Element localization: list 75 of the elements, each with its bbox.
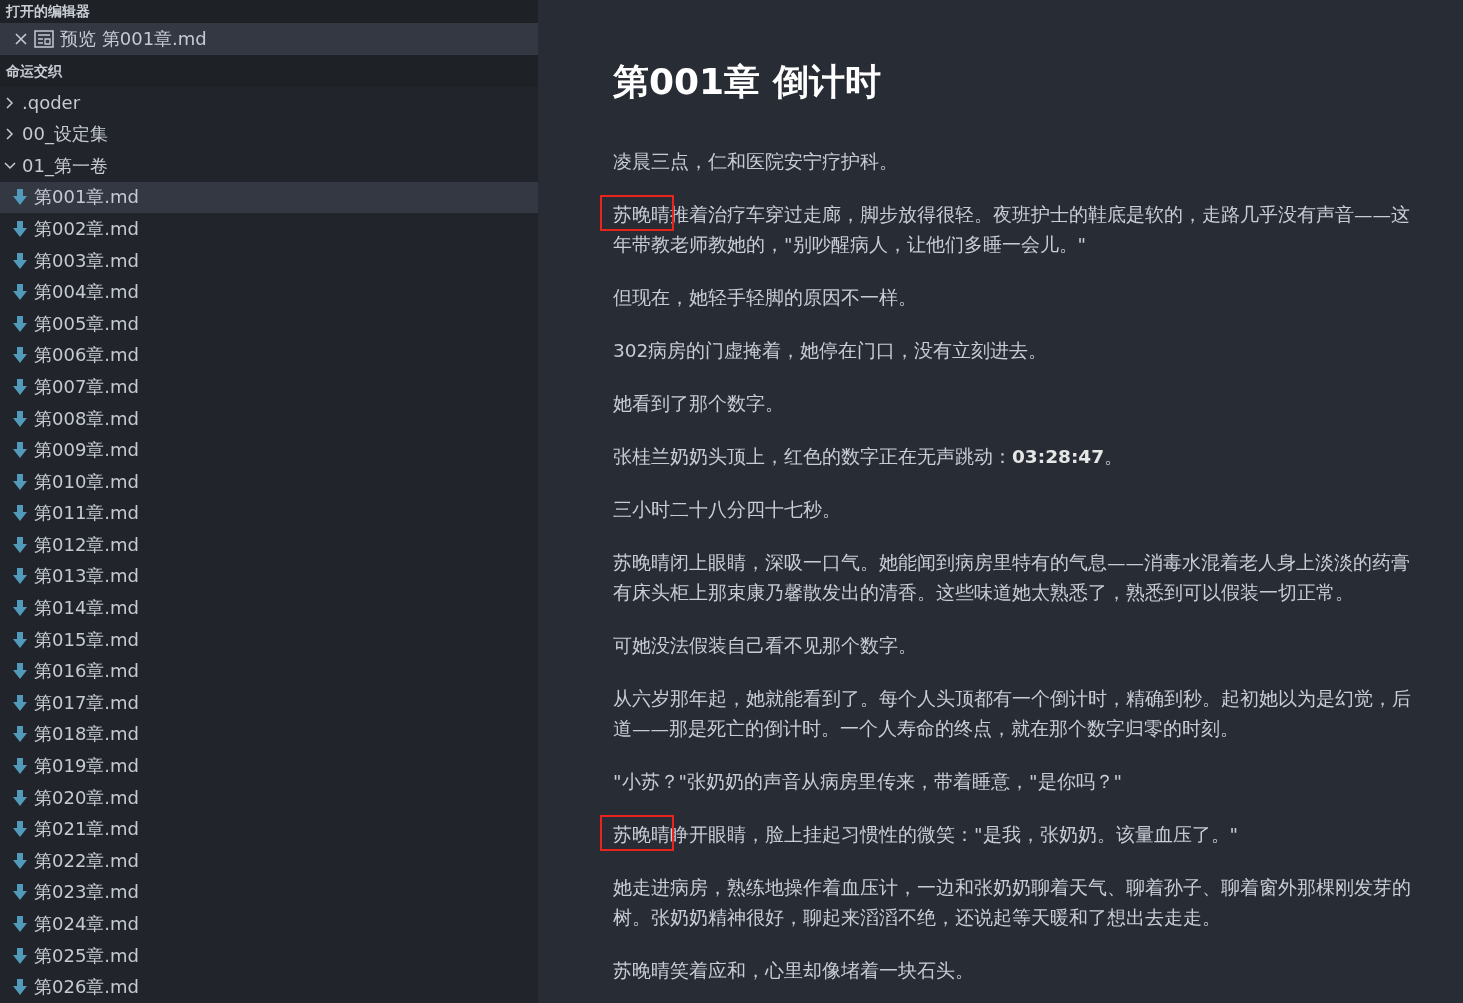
file-item[interactable]: 第007章.md [0, 371, 538, 403]
file-item[interactable]: 第021章.md [0, 813, 538, 846]
file-item[interactable]: 第015章.md [0, 623, 538, 656]
file-item[interactable]: 第011章.md [0, 497, 538, 530]
arrow-down-icon [12, 693, 28, 712]
file-item[interactable]: 第014章.md [0, 592, 538, 624]
arrow-down-icon [12, 441, 28, 460]
paragraph: 张桂兰奶奶头顶上，红色的数字正在无声跳动：03:28:47。 [613, 445, 1125, 469]
file-item[interactable]: 第002章.md [0, 213, 538, 245]
arrow-down-icon [12, 662, 28, 681]
arrow-down-icon [12, 788, 28, 807]
open-editor-item[interactable]: 预览 第001章.md [0, 23, 538, 55]
folder-item[interactable]: .qoder [0, 86, 538, 119]
file-item[interactable]: 第004章.md [0, 276, 538, 308]
file-item[interactable]: 第013章.md [0, 560, 538, 593]
file-item[interactable]: 第005章.md [0, 307, 538, 340]
arrow-down-icon [12, 946, 28, 965]
file-item[interactable]: 第026章.md [0, 971, 538, 1003]
close-icon[interactable] [14, 32, 28, 46]
file-item[interactable]: 第025章.md [0, 939, 538, 972]
paragraph: 她走进病房，熟练地操作着血压计，一边和张奶奶聊着天气、聊着孙子、聊着窗外那棵刚发芽的 树。张奶奶精神很好，聊起来滔滔不绝，还说起等天暖和了想出去走走。 [613, 876, 1412, 930]
file-item[interactable]: 第008章.md [0, 402, 538, 435]
folder-item[interactable]: 00_设定集 [0, 118, 538, 150]
file-item[interactable]: 第012章.md [0, 529, 538, 561]
file-item[interactable]: 第003章.md [0, 244, 538, 277]
paragraph: 从六岁那年起，她就能看到了。每个人头顶都有一个倒计时，精确到秒。起初她以为是幻觉，后 道——那是死亡的倒计时。一个人寿命的终点，就在那个数字归零的时刻。 [613, 687, 1412, 741]
file-item[interactable]: 第017章.md [0, 687, 538, 719]
document-title: 第001章 倒计时 [613, 60, 881, 104]
arrow-down-icon [12, 188, 28, 207]
paragraph: 三小时二十八分四十七秒。 [613, 498, 842, 522]
section-title: 命运交织 [0, 54, 538, 87]
paragraph: 可她没法假装自己看不见那个数字。 [613, 634, 918, 658]
file-item[interactable]: 第016章.md [0, 655, 538, 688]
arrow-down-icon [12, 883, 28, 902]
arrow-down-icon [12, 346, 28, 365]
arrow-down-icon [12, 757, 28, 776]
arrow-down-icon [12, 314, 28, 333]
arrow-down-icon [12, 978, 28, 997]
file-item[interactable]: 第001章.md [0, 181, 538, 214]
arrow-down-icon [12, 219, 28, 238]
arrow-down-icon [12, 630, 28, 649]
chevron-right-icon [4, 127, 16, 142]
arrow-down-icon [12, 915, 28, 933]
section-title: 打开的编辑器 [0, 0, 538, 24]
chevron-right-icon [4, 95, 16, 110]
arrow-down-icon [12, 283, 28, 302]
paragraph: 苏晚晴闭上眼睛，深吸一口气。她能闻到病房里特有的气息——消毒水混着老人身上淡淡的药膏 有床头柜上那束康乃馨散发出的清香。这些味道她太熟悉了，熟悉到可以假装一切正常。 [613, 551, 1411, 605]
paragraph: 302病房的门虚掩着，她停在门口，没有立刻进去。 [613, 339, 1049, 363]
arrow-down-icon [12, 409, 28, 428]
folder-item[interactable]: 01_第一卷 [0, 149, 538, 182]
file-item[interactable]: 第020章.md [0, 781, 538, 814]
paragraph: 她看到了那个数字。 [613, 392, 785, 416]
arrow-down-icon [12, 535, 28, 554]
arrow-down-icon [12, 851, 28, 870]
file-item[interactable]: 第023章.md [0, 876, 538, 909]
arrow-down-icon [12, 599, 28, 618]
arrow-down-icon [12, 251, 28, 270]
preview-icon [34, 30, 54, 48]
arrow-down-icon [12, 725, 28, 744]
file-item[interactable]: 第019章.md [0, 750, 538, 782]
paragraph: 但现在，她轻手轻脚的原因不一样。 [613, 286, 918, 310]
arrow-down-icon [12, 504, 28, 523]
arrow-down-icon [12, 567, 28, 586]
file-item[interactable]: 第018章.md [0, 718, 538, 751]
file-item[interactable]: 第022章.md [0, 845, 538, 877]
file-item[interactable]: 第024章.md [0, 908, 538, 940]
paragraph: 苏晚晴笑着应和，心里却像堵着一块石头。 [613, 959, 975, 983]
arrow-down-icon [12, 472, 28, 491]
file-item[interactable]: 第006章.md [0, 339, 538, 372]
arrow-down-icon [12, 820, 28, 839]
paragraph: "小苏？"张奶奶的声音从病房里传来，带着睡意，"是你吗？" [613, 770, 1124, 794]
file-item[interactable]: 第010章.md [0, 465, 538, 498]
file-item[interactable]: 第009章.md [0, 434, 538, 466]
arrow-down-icon [12, 377, 28, 396]
paragraph: 凌晨三点，仁和医院安宁疗护科。 [613, 150, 899, 174]
